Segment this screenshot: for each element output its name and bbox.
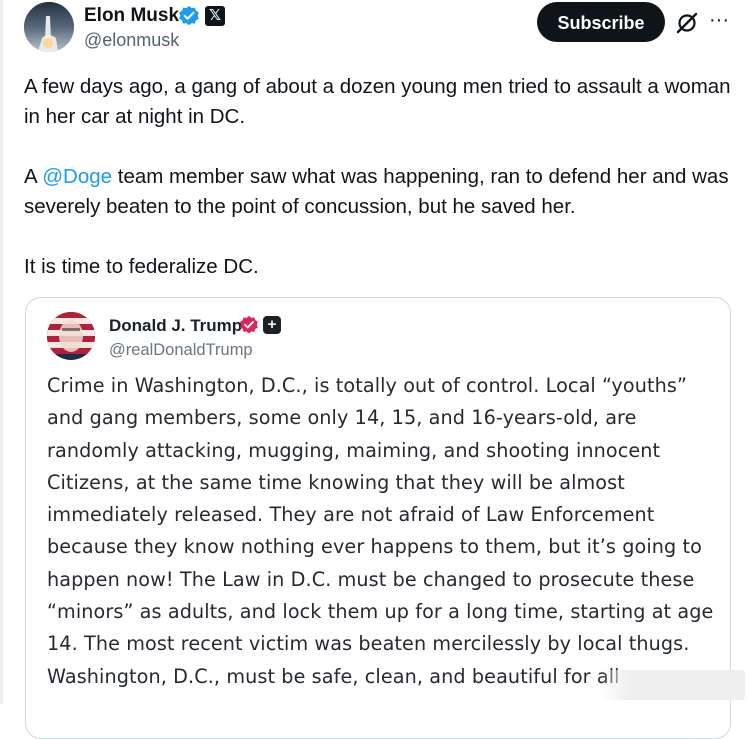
tweet-paragraph-2-prefix: A: [24, 165, 43, 188]
quoted-author-avatar[interactable]: [47, 312, 95, 360]
more-icon[interactable]: ···: [707, 10, 731, 34]
tweet-paragraph-2: A @Doge team member saw what was happeni…: [24, 162, 736, 222]
quoted-plus-badge-icon: +: [263, 316, 281, 334]
tweet-paragraph-2-suffix: team member saw what was happening, ran …: [24, 165, 729, 218]
subscribe-button[interactable]: Subscribe: [537, 2, 665, 42]
author-avatar[interactable]: [24, 2, 74, 52]
author-name[interactable]: Elon Musk: [84, 5, 179, 27]
left-border: [0, 0, 3, 704]
tweet-header: Elon Musk 𝕏 @elonmusk Subscribe ···: [24, 2, 736, 54]
doge-mention-link[interactable]: @Doge: [42, 165, 112, 188]
tweet-paragraph-3: It is time to federalize DC.: [24, 255, 259, 278]
tweet-paragraph-1: A few days ago, a gang of about a dozen …: [24, 75, 731, 128]
x-affiliate-icon: 𝕏: [205, 6, 225, 26]
grok-icon[interactable]: [675, 11, 699, 35]
author-handle[interactable]: @elonmusk: [84, 30, 179, 51]
verified-badge-icon: [178, 5, 200, 27]
quoted-verified-badge-icon: [239, 315, 259, 335]
watermark-overlay: [600, 670, 745, 700]
quoted-author-name[interactable]: Donald J. Trump: [109, 316, 242, 336]
tweet-text: A few days ago, a gang of about a dozen …: [24, 72, 736, 282]
quoted-author-handle[interactable]: @realDonaldTrump: [109, 341, 253, 360]
quoted-post-text: Crime in Washington, D.C., is totally ou…: [47, 374, 714, 688]
